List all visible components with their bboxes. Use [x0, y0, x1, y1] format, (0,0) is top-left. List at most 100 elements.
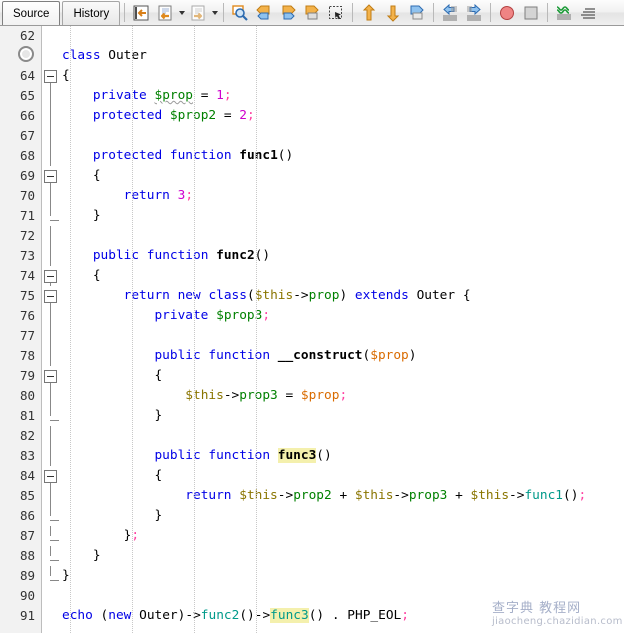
shift-line-up-icon[interactable] — [358, 2, 380, 24]
gutter-line-number[interactable]: 88 — [0, 546, 41, 566]
code-line[interactable]: echo (new Outer)->func2()->func3() . PHP… — [62, 606, 624, 626]
code-line[interactable] — [62, 26, 624, 46]
code-line[interactable]: { — [62, 466, 624, 486]
code-line[interactable] — [62, 226, 624, 246]
comment-icon[interactable] — [406, 2, 428, 24]
code-line[interactable]: $this->prop3 = $prop; — [62, 386, 624, 406]
toggle-bookmark-icon[interactable] — [301, 2, 323, 24]
indent-guide — [70, 26, 72, 633]
tab-source[interactable]: Source — [2, 1, 61, 25]
last-edit-icon[interactable] — [130, 2, 152, 24]
code-fold-column[interactable] — [42, 26, 61, 633]
tab-history[interactable]: History — [62, 1, 121, 25]
fold-collapse-icon[interactable] — [44, 370, 57, 383]
gutter-line-number[interactable]: 80 — [0, 386, 41, 406]
toolbar-group-search — [228, 0, 348, 25]
code-editor[interactable]: 62 64 65 66 67 68 69 70 71 72 73 74 75 76 77 78 79 80 81 82… — [0, 26, 624, 633]
fold-collapse-icon[interactable] — [44, 70, 57, 83]
code-line[interactable]: } — [62, 206, 624, 226]
code-line[interactable] — [62, 326, 624, 346]
gutter-line-number[interactable]: 86 — [0, 506, 41, 526]
gutter-line-number[interactable]: 82 — [0, 426, 41, 446]
gutter-line-number[interactable]: 74 — [0, 266, 41, 286]
gutter-line-number[interactable]: 87 — [0, 526, 41, 546]
gutter-breakpoint-marker[interactable] — [0, 46, 41, 66]
fold-collapse-icon[interactable] — [44, 170, 57, 183]
code-line[interactable]: private $prop = 1; — [62, 86, 624, 106]
stop-macro-icon[interactable] — [520, 2, 542, 24]
next-bookmark-icon[interactable] — [277, 2, 299, 24]
gutter-line-number[interactable]: 62 — [0, 26, 41, 46]
gutter-line-number[interactable]: 85 — [0, 486, 41, 506]
gutter-line-number[interactable]: 65 — [0, 86, 41, 106]
code-line[interactable]: } — [62, 506, 624, 526]
shift-left-icon[interactable] — [439, 2, 461, 24]
gutter-line-number[interactable]: 79 — [0, 366, 41, 386]
gutter-line-number[interactable]: 70 — [0, 186, 41, 206]
previous-bookmark-icon[interactable] — [253, 2, 275, 24]
fold-collapse-icon[interactable] — [44, 290, 57, 303]
code-line[interactable]: private $prop3; — [62, 306, 624, 326]
diff-icon[interactable] — [553, 2, 575, 24]
code-line[interactable] — [62, 426, 624, 446]
gutter-line-number[interactable]: 91 — [0, 606, 41, 626]
fold-marker[interactable] — [42, 466, 61, 486]
record-macro-icon[interactable] — [496, 2, 518, 24]
fold-marker[interactable] — [42, 166, 61, 186]
toolbar-separator-6 — [547, 3, 549, 22]
code-line[interactable]: } — [62, 566, 624, 586]
gutter-line-number[interactable]: 64 — [0, 66, 41, 86]
fold-collapse-icon[interactable] — [44, 470, 57, 483]
fold-marker[interactable] — [42, 286, 61, 306]
gutter-line-number[interactable]: 78 — [0, 346, 41, 366]
code-line[interactable]: { — [62, 66, 624, 86]
shift-line-down-icon[interactable] — [382, 2, 404, 24]
forward-document-icon[interactable] — [187, 2, 209, 24]
code-line[interactable]: public function func2() — [62, 246, 624, 266]
gutter-line-number[interactable]: 67 — [0, 126, 41, 146]
code-line[interactable]: class Outer — [62, 46, 624, 66]
format-icon[interactable] — [577, 2, 599, 24]
line-number-gutter[interactable]: 62 64 65 66 67 68 69 70 71 72 73 74 75 76 77 78 79 80 81 82… — [0, 26, 42, 633]
code-line[interactable]: }; — [62, 526, 624, 546]
toggle-rectangular-selection-icon[interactable] — [325, 2, 347, 24]
gutter-line-number[interactable]: 73 — [0, 246, 41, 266]
gutter-line-number[interactable]: 66 — [0, 106, 41, 126]
code-line[interactable]: return $this->prop2 + $this->prop3 + $th… — [62, 486, 624, 506]
gutter-line-number[interactable]: 68 — [0, 146, 41, 166]
fold-marker[interactable] — [42, 266, 61, 286]
fold-marker[interactable] — [42, 366, 61, 386]
code-line[interactable] — [62, 586, 624, 606]
gutter-line-number[interactable]: 72 — [0, 226, 41, 246]
gutter-line-number[interactable]: 81 — [0, 406, 41, 426]
fold-marker[interactable] — [42, 66, 61, 86]
code-content[interactable]: class Outer{ private $prop = 1; protecte… — [62, 26, 624, 633]
code-line[interactable]: protected function func1() — [62, 146, 624, 166]
gutter-line-number[interactable]: 84 — [0, 466, 41, 486]
shift-right-icon[interactable] — [463, 2, 485, 24]
code-line[interactable]: { — [62, 166, 624, 186]
back-document-chevron-down-icon[interactable] — [177, 2, 186, 24]
gutter-line-number[interactable]: 90 — [0, 586, 41, 606]
back-document-icon[interactable] — [154, 2, 176, 24]
fold-collapse-icon[interactable] — [44, 270, 57, 283]
find-selection-icon[interactable] — [229, 2, 251, 24]
gutter-line-number[interactable]: 89 — [0, 566, 41, 586]
code-line[interactable]: public function func3() — [62, 446, 624, 466]
gutter-line-number[interactable]: 76 — [0, 306, 41, 326]
code-line[interactable]: public function __construct($prop) — [62, 346, 624, 366]
gutter-line-number[interactable]: 83 — [0, 446, 41, 466]
code-line[interactable] — [62, 126, 624, 146]
gutter-line-number[interactable]: 69 — [0, 166, 41, 186]
gutter-line-number[interactable]: 75 — [0, 286, 41, 306]
code-line[interactable]: protected $prop2 = 2; — [62, 106, 624, 126]
code-line[interactable]: { — [62, 366, 624, 386]
code-line[interactable]: } — [62, 546, 624, 566]
code-line[interactable]: { — [62, 266, 624, 286]
code-line[interactable]: return new class($this->prop) extends Ou… — [62, 286, 624, 306]
gutter-line-number[interactable]: 77 — [0, 326, 41, 346]
code-line[interactable]: } — [62, 406, 624, 426]
forward-document-chevron-down-icon[interactable] — [210, 2, 219, 24]
gutter-line-number[interactable]: 71 — [0, 206, 41, 226]
code-line[interactable]: return 3; — [62, 186, 624, 206]
